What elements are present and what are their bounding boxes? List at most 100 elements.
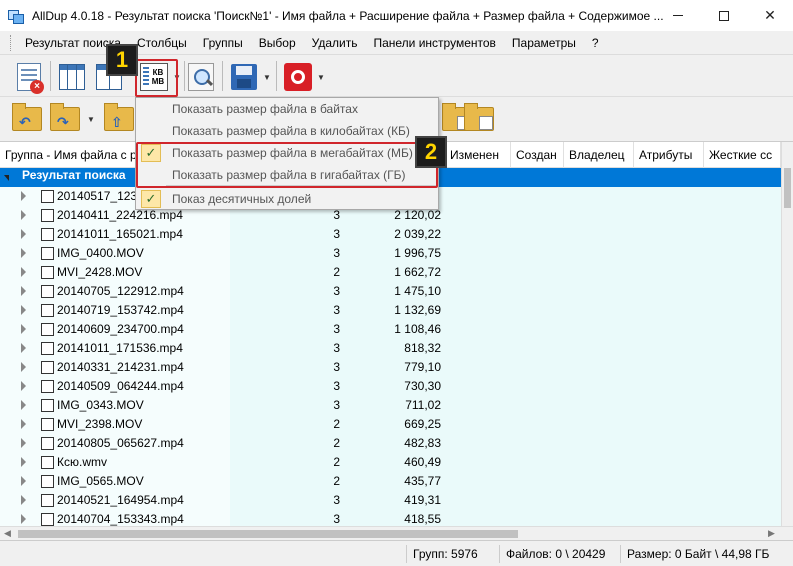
folder-back-button[interactable]: ↶ [10, 102, 44, 136]
table-row[interactable]: Ксю.wmv 2 460,49 [0, 453, 781, 472]
file-size-mb: 711,02 [405, 398, 441, 412]
row-checkbox[interactable] [41, 285, 54, 298]
table-row[interactable]: 20140509_064244.mp4 3 730,30 [0, 377, 781, 396]
expand-arrow-icon[interactable] [21, 343, 26, 353]
column-header-attributes[interactable]: Атрибуты [634, 142, 704, 168]
column-header-hardlinks[interactable]: Жесткие сс [704, 142, 781, 168]
expand-arrow-icon[interactable] [21, 267, 26, 277]
maximize-button[interactable] [701, 0, 747, 31]
row-checkbox[interactable] [41, 228, 54, 241]
horizontal-scroll-thumb[interactable] [18, 530, 518, 538]
table-row[interactable]: 20140331_214231.mp4 3 779,10 [0, 358, 781, 377]
folder-dropdown-arrow[interactable]: ▼ [86, 102, 96, 136]
table-row[interactable]: IMG_0343.MOV 3 711,02 [0, 396, 781, 415]
row-checkbox[interactable] [41, 266, 54, 279]
expand-arrow-icon[interactable] [21, 495, 26, 505]
close-result-button[interactable]: × [12, 60, 46, 94]
expand-arrow-icon[interactable] [21, 248, 26, 258]
file-size-mb: 818,32 [404, 341, 441, 355]
expand-arrow-icon[interactable] [21, 324, 26, 334]
folder-up-button[interactable]: ⇧ [102, 102, 136, 136]
table-row[interactable]: 20141011_165021.mp4 3 2 039,22 [0, 225, 781, 244]
save-dropdown-arrow[interactable]: ▼ [262, 60, 272, 94]
root-label: Результат поиска [22, 168, 126, 182]
table-row[interactable]: 20141011_171536.mp4 3 818,32 [0, 339, 781, 358]
table-row[interactable]: MVI_2428.MOV 2 1 662,72 [0, 263, 781, 282]
menu-groups[interactable]: Группы [195, 31, 251, 55]
column-header-created[interactable]: Создан [511, 142, 564, 168]
column-header-owner[interactable]: Владелец [564, 142, 634, 168]
expand-arrow-icon[interactable] [21, 362, 26, 372]
vertical-scrollbar[interactable] [781, 142, 793, 526]
expand-arrow-icon[interactable] [21, 286, 26, 296]
expand-arrow-icon[interactable] [21, 381, 26, 391]
menu-help[interactable]: ? [584, 31, 607, 55]
table-row[interactable]: 20140609_234700.mp4 3 1 108,46 [0, 320, 781, 339]
expand-arrow-icon[interactable] [21, 191, 26, 201]
expand-arrow-icon[interactable] [21, 305, 26, 315]
row-checkbox[interactable] [41, 209, 54, 222]
stop-dropdown-arrow[interactable]: ▼ [316, 60, 326, 94]
columns-button[interactable] [55, 60, 89, 94]
column-header-group-name[interactable]: Группа - Имя файла с р [0, 142, 138, 168]
row-checkbox[interactable] [41, 399, 54, 412]
menu-item-bytes[interactable]: Показать размер файла в байтах [136, 98, 438, 120]
row-checkbox[interactable] [41, 456, 54, 469]
table-row[interactable]: 20140719_153742.mp4 3 1 132,69 [0, 301, 781, 320]
row-checkbox[interactable] [41, 361, 54, 374]
expand-arrow-icon[interactable] [21, 457, 26, 467]
stop-button[interactable] [281, 60, 315, 94]
table-row[interactable]: IMG_0565.MOV 2 435,77 [0, 472, 781, 491]
save-button[interactable] [227, 60, 261, 94]
menu-selection[interactable]: Выбор [251, 31, 304, 55]
expand-arrow-icon[interactable] [21, 419, 26, 429]
table-row[interactable]: 20140805_065627.mp4 2 482,83 [0, 434, 781, 453]
row-checkbox[interactable] [41, 190, 54, 203]
row-checkbox[interactable] [41, 494, 54, 507]
file-name: 20140517_123 [57, 189, 138, 203]
file-name: 20140805_065627.mp4 [57, 436, 184, 450]
folder-forward-button[interactable]: ↷ [48, 102, 82, 136]
expand-arrow-icon[interactable] [21, 514, 26, 524]
expand-arrow-icon[interactable] [4, 175, 9, 181]
row-checkbox[interactable] [41, 437, 54, 450]
table-row[interactable]: 20140704_153343.mp4 3 418,55 [0, 510, 781, 526]
menu-delete[interactable]: Удалить [304, 31, 366, 55]
preview-button[interactable] [184, 60, 218, 94]
horizontal-scrollbar[interactable]: ◀ ▶ [0, 526, 793, 540]
file-count: 3 [333, 246, 340, 260]
row-checkbox[interactable] [41, 247, 54, 260]
row-checkbox[interactable] [41, 418, 54, 431]
close-button[interactable]: ✕ [747, 0, 793, 31]
menu-parameters[interactable]: Параметры [504, 31, 584, 55]
row-checkbox[interactable] [41, 380, 54, 393]
scroll-left-arrow-icon[interactable]: ◀ [4, 528, 11, 539]
vertical-scroll-thumb[interactable] [784, 168, 791, 208]
scroll-right-arrow-icon[interactable]: ▶ [768, 528, 775, 539]
menu-toolbars[interactable]: Панели инструментов [365, 31, 503, 55]
row-checkbox[interactable] [41, 513, 54, 526]
menu-columns[interactable]: Столбцы [129, 31, 195, 55]
menu-item-kilobytes[interactable]: Показать размер файла в килобайтах (КБ) [136, 120, 438, 142]
column-header-modified[interactable]: Изменен [445, 142, 511, 168]
expand-arrow-icon[interactable] [21, 210, 26, 220]
table-row[interactable]: 20140521_164954.mp4 3 419,31 [0, 491, 781, 510]
menu-item-decimals[interactable]: ✓ Показ десятичных долей [136, 188, 438, 210]
row-checkbox[interactable] [41, 304, 54, 317]
expand-arrow-icon[interactable] [21, 438, 26, 448]
expand-arrow-icon[interactable] [21, 476, 26, 486]
folder-uncheck-button[interactable] [462, 102, 496, 136]
expand-arrow-icon[interactable] [21, 400, 26, 410]
table-row[interactable]: MVI_2398.MOV 2 669,25 [0, 415, 781, 434]
row-checkbox[interactable] [41, 323, 54, 336]
file-size-mb: 1 662,72 [394, 265, 441, 279]
expand-arrow-icon[interactable] [21, 229, 26, 239]
cell-name: IMG_0565.MOV [0, 472, 230, 491]
row-checkbox[interactable] [41, 475, 54, 488]
minimize-button[interactable] [655, 0, 701, 31]
table-row[interactable]: IMG_0400.MOV 3 1 996,75 [0, 244, 781, 263]
row-checkbox[interactable] [41, 342, 54, 355]
file-name: 20141011_165021.mp4 [57, 227, 183, 241]
table-row[interactable]: 20140705_122912.mp4 3 1 475,10 [0, 282, 781, 301]
file-size-mb: 1 996,75 [394, 246, 441, 260]
